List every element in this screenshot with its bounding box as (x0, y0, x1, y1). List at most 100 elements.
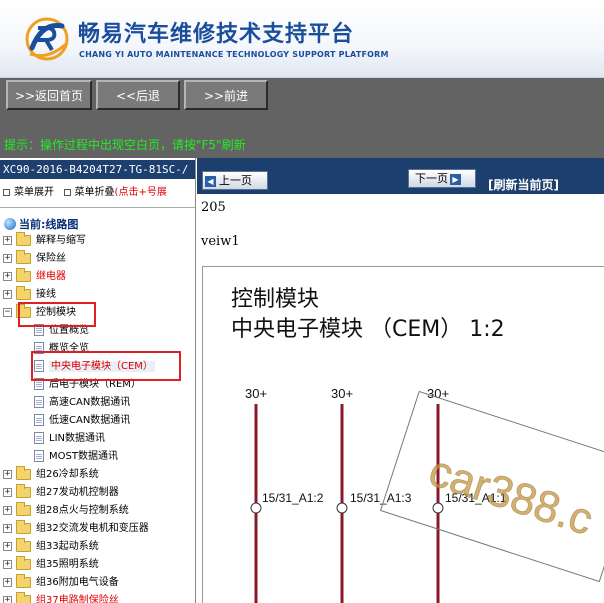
plus-icon[interactable]: + (3, 469, 12, 479)
page-number: 205 (201, 200, 226, 215)
folder-icon (16, 267, 31, 282)
document-icon (34, 414, 44, 426)
folder-icon (16, 555, 31, 570)
tree-item-group37[interactable]: + 组37电路制保险丝 (3, 591, 119, 603)
document-icon (34, 396, 44, 408)
tree-item-group27[interactable]: + 组27发动机控制器 (3, 483, 119, 502)
plus-icon[interactable]: + (3, 541, 12, 551)
tree-item-label: 解释与缩写 (36, 235, 86, 246)
tree-item-relays[interactable]: + 继电器 (3, 267, 66, 286)
plus-icon[interactable]: + (3, 487, 12, 497)
folder-icon (16, 285, 31, 300)
tree-item-lin[interactable]: LIN数据通讯 (34, 430, 105, 448)
plus-icon[interactable]: + (3, 505, 12, 515)
tree-item-label: 高速CAN数据通讯 (49, 397, 131, 408)
document-icon (34, 450, 44, 462)
tree-item-fuses[interactable]: + 保险丝 (3, 249, 66, 268)
connector-pin (250, 502, 262, 514)
refresh-page-link[interactable]: [刷新当前页] (488, 176, 559, 193)
tree-item-label: MOST数据通讯 (49, 451, 118, 462)
folder-icon (16, 501, 31, 516)
document-title: XC90-2016-B4204T27-TG-81SC-/ (0, 160, 195, 179)
tree-item-ls-can[interactable]: 低速CAN数据通讯 (34, 412, 130, 430)
tree-item-label: 组35照明系统 (36, 559, 99, 570)
watermark-text: car388.c (423, 446, 599, 545)
pin-label: 15/31_A1:3 (350, 491, 412, 505)
tree-item-label: 组32交流发电机和变压器 (36, 523, 149, 534)
tree-item-group26[interactable]: + 组26冷却系统 (3, 465, 99, 484)
minus-icon[interactable]: − (3, 307, 12, 317)
folder-icon (16, 519, 31, 534)
chang-yi-logo (25, 17, 69, 61)
tree-item-label: 组26冷却系统 (36, 469, 99, 480)
arrow-right-icon: ▶ (450, 173, 461, 185)
plus-icon[interactable]: + (3, 289, 12, 299)
tree-item-hs-can[interactable]: 高速CAN数据通讯 (34, 394, 130, 412)
tree-item-label: 组28点火与控制系统 (36, 505, 129, 516)
expand-icon (3, 188, 10, 196)
folder-icon (16, 573, 31, 588)
tree-item-label: LIN数据通讯 (49, 433, 106, 444)
plus-icon[interactable]: + (3, 559, 12, 569)
tree-item-label: 低速CAN数据通讯 (49, 415, 131, 426)
collapse-menu-link[interactable]: 菜单折叠 (75, 187, 115, 198)
connector-pin (336, 502, 348, 514)
folder-icon (16, 537, 31, 552)
tree-item-label: 保险丝 (36, 253, 66, 264)
prev-page-label: 上一页 (219, 174, 252, 187)
tree-item-label: 组36附加电气设备 (36, 577, 119, 588)
tree-item-group35[interactable]: + 组35照明系统 (3, 555, 99, 574)
arrow-left-icon: ◀ (205, 175, 216, 187)
tree-item-label: 组33起动系统 (36, 541, 99, 552)
view-label: veiw1 (201, 234, 240, 249)
tree-item-label: 继电器 (36, 271, 66, 282)
back-button[interactable]: <<后退 (96, 80, 180, 110)
tree-item-most[interactable]: MOST数据通讯 (34, 448, 118, 466)
folder-icon (16, 591, 31, 603)
plus-icon[interactable]: + (3, 271, 12, 281)
forward-button[interactable]: >>前进 (184, 80, 268, 110)
folder-icon (16, 231, 31, 246)
highlight-box-cem (31, 351, 181, 381)
collapse-hint: (点击+号展 (114, 187, 167, 198)
tree-item-group33[interactable]: + 组33起动系统 (3, 537, 99, 556)
content-toolbar: ◀ 上一页 下一页 ▶ [刷新当前页] (197, 158, 604, 194)
supply-label: 30+ (331, 386, 353, 401)
next-page-label: 下一页 (415, 172, 448, 185)
prev-page-button[interactable]: ◀ 上一页 (202, 171, 268, 190)
watermark: car388.c (379, 390, 604, 583)
tree-item-group36[interactable]: + 组36附加电气设备 (3, 573, 119, 592)
tree-item-label: 组27发动机控制器 (36, 487, 119, 498)
current-prefix: 当前: (19, 218, 46, 231)
plus-icon[interactable]: + (3, 235, 12, 245)
highlight-box-control-modules (18, 302, 96, 327)
header-banner: 畅易汽车维修技术支持平台 CHANG YI AUTO MAINTENANCE T… (0, 0, 604, 78)
tip-bar: 提示：操作过程中出现空白页，请按"F5"刷新 (0, 116, 604, 158)
nav-bar: >>返回首页 <<后退 >>前进 (0, 78, 604, 116)
tree-controls: 菜单展开 菜单折叠(点击+号展 (3, 183, 167, 198)
plus-icon[interactable]: + (3, 595, 12, 603)
folder-icon (16, 465, 31, 480)
folder-icon (16, 483, 31, 498)
plus-icon[interactable]: + (3, 253, 12, 263)
supply-label: 30+ (245, 386, 267, 401)
plus-icon[interactable]: + (3, 523, 12, 533)
tree-item-group32[interactable]: + 组32交流发电机和变压器 (3, 519, 149, 538)
current-value[interactable]: 线路图 (45, 218, 78, 231)
divider (0, 207, 195, 208)
collapse-icon (63, 188, 71, 196)
wiring-diagram: 控制模块 中央电子模块 （CEM） 1:2 30+ 30+ 30+ 15/31_… (202, 266, 604, 603)
supply-label: 30+ (427, 386, 449, 401)
plus-icon[interactable]: + (3, 577, 12, 587)
next-page-button[interactable]: 下一页 ▶ (408, 169, 476, 188)
wiring-schematic: 30+ 30+ 30+ 15/31_A1:2 15/31_A1:3 15/31_… (245, 386, 604, 603)
folder-icon (16, 249, 31, 264)
home-button[interactable]: >>返回首页 (6, 80, 92, 110)
refresh-tip: 提示：操作过程中出现空白页，请按"F5"刷新 (4, 138, 246, 152)
tree-item-label: 组37电路制保险丝 (36, 595, 119, 603)
expand-menu-link[interactable]: 菜单展开 (14, 187, 54, 198)
site-title: 畅易汽车维修技术支持平台 (78, 22, 355, 47)
tree-item-group28[interactable]: + 组28点火与控制系统 (3, 501, 129, 520)
connector-pin (432, 502, 444, 514)
tree-item-abbreviations[interactable]: + 解释与缩写 (3, 231, 86, 250)
